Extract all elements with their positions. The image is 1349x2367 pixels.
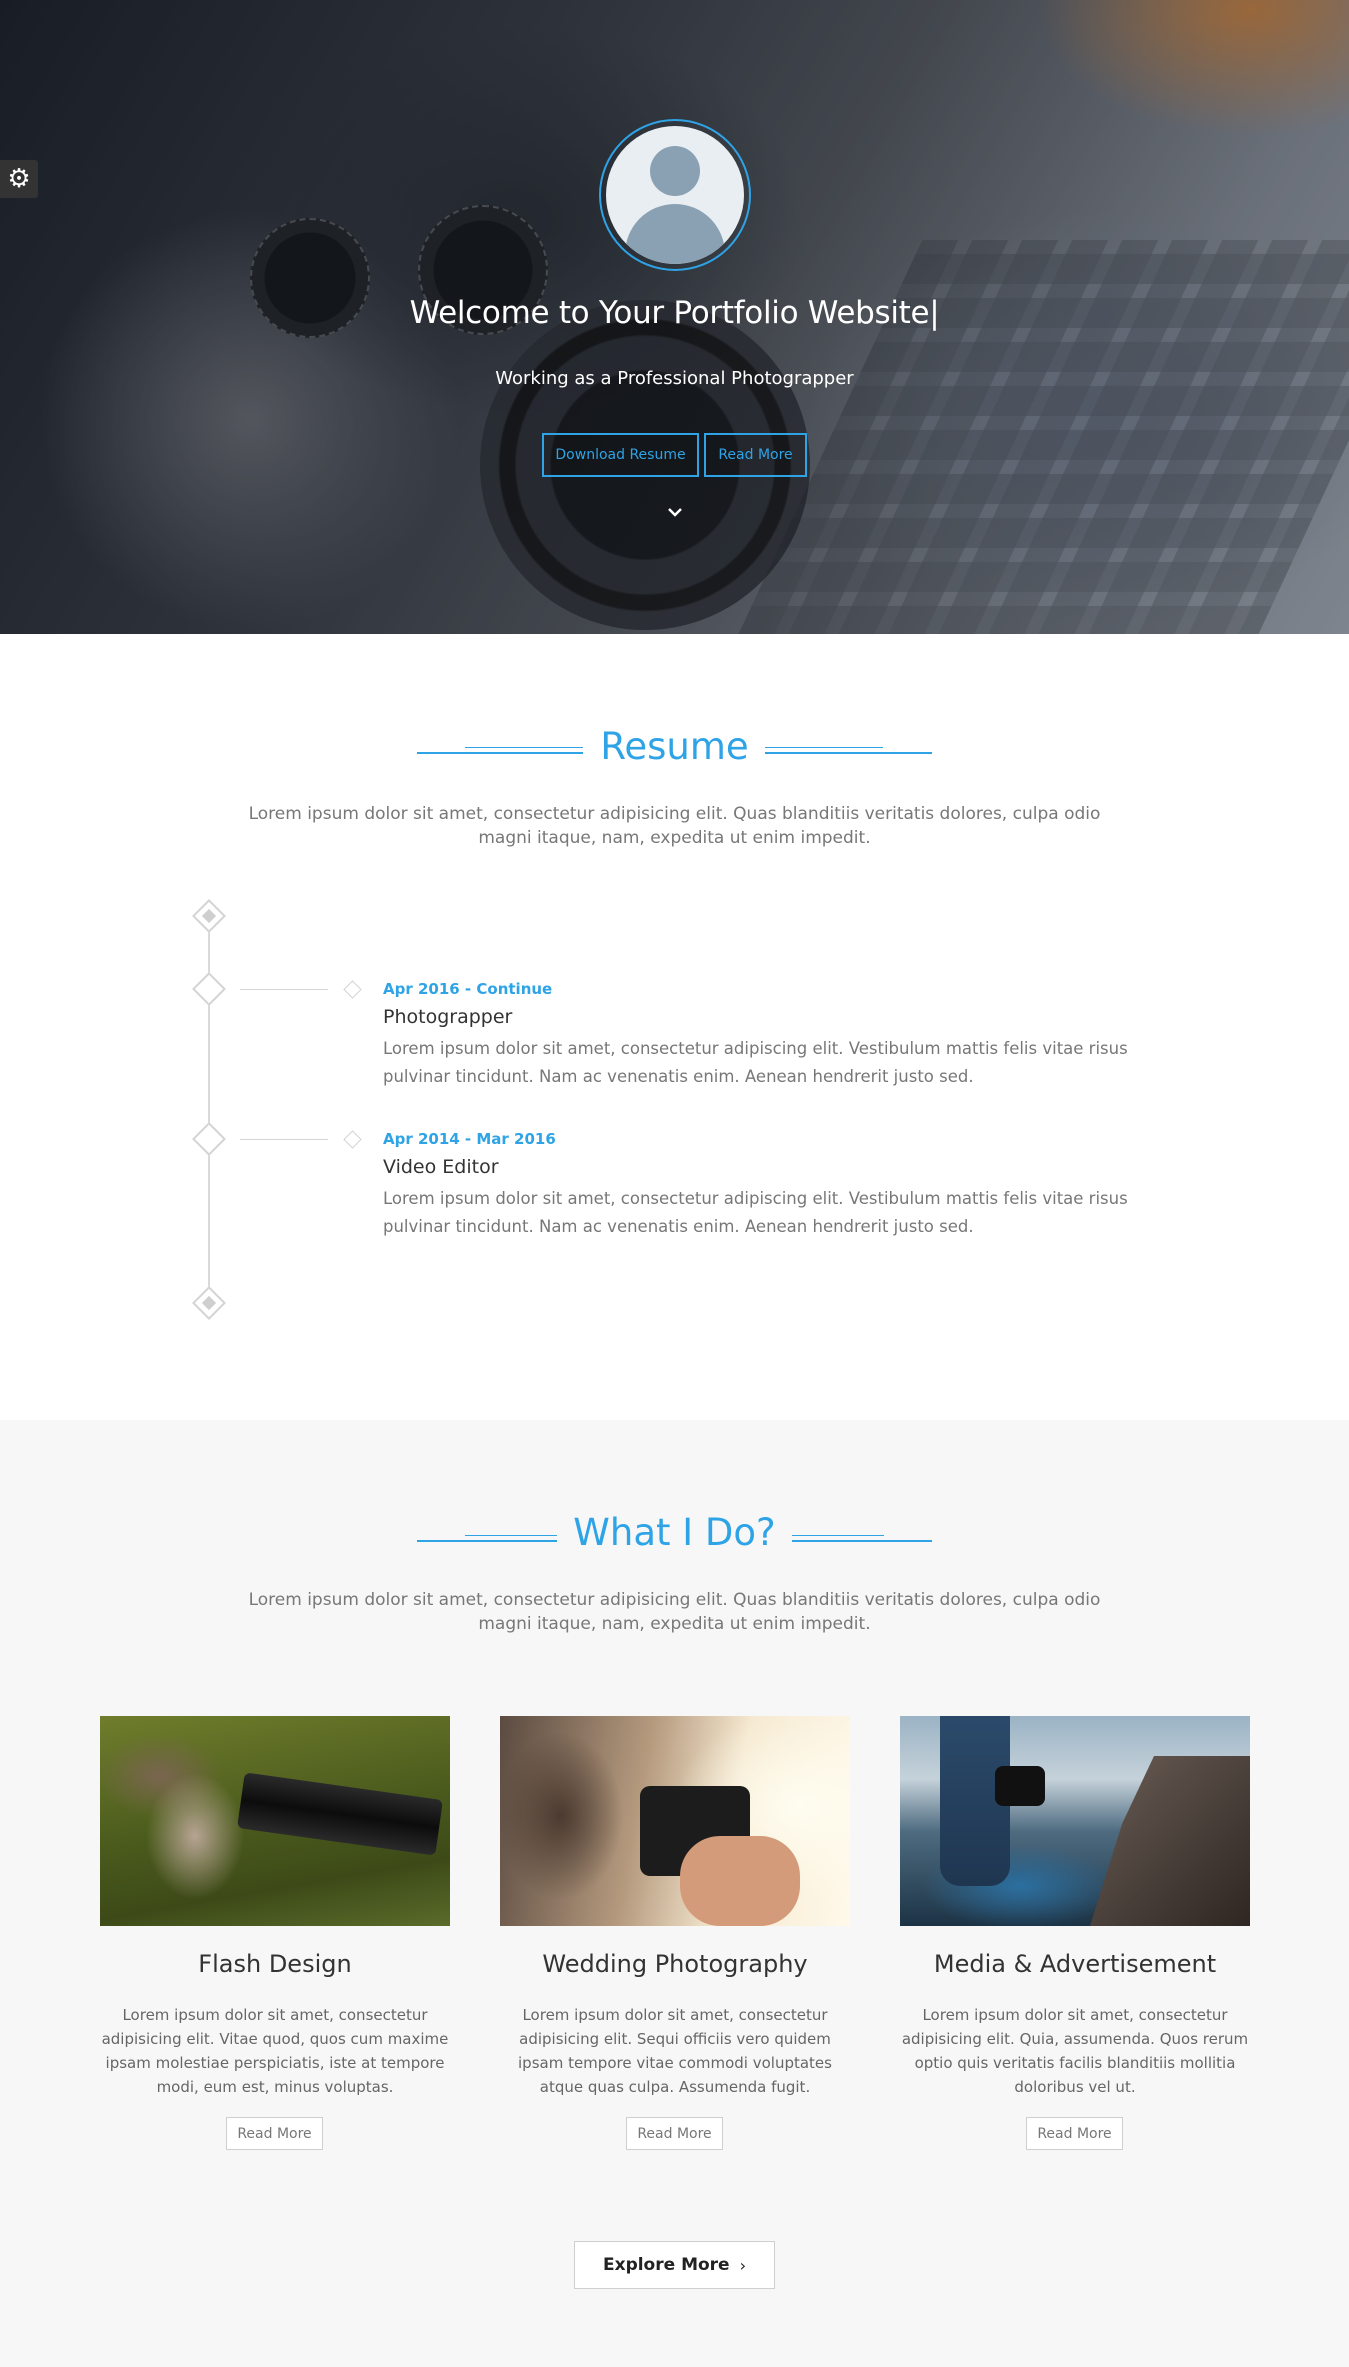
settings-toggle-button[interactable]: ⚙	[0, 160, 38, 198]
hero-section: ⚙ Welcome to Your Portfolio Website| Wor…	[0, 0, 1349, 634]
timeline-date: Apr 2014 - Mar 2016	[383, 1130, 556, 1148]
hero-subtitle: Working as a Professional Photograpper	[495, 368, 854, 389]
timeline-role: Video Editor	[383, 1156, 499, 1178]
timeline-dot	[343, 1130, 362, 1149]
timeline-description: Lorem ipsum dolor sit amet, consectetur …	[383, 1189, 1128, 1236]
chevron-right-icon: ›	[739, 2255, 746, 2275]
chevron-down-icon[interactable]	[664, 502, 686, 524]
card-image-photographer	[500, 1716, 850, 1926]
card-image-hiker-camera	[900, 1716, 1250, 1926]
timeline-connector	[240, 989, 328, 990]
timeline-dot	[343, 980, 362, 999]
card-title: Media & Advertisement	[933, 1950, 1217, 1978]
card-description: Lorem ipsum dolor sit amet, consectetur …	[518, 2006, 832, 2096]
timeline-role: Photograpper	[383, 1006, 513, 1028]
read-more-button[interactable]: Read More	[704, 433, 807, 477]
timeline-marker	[192, 1122, 226, 1156]
card-description: Lorem ipsum dolor sit amet, consectetur …	[901, 2006, 1249, 2096]
timeline-date: Apr 2016 - Continue	[383, 980, 553, 998]
card-title: Flash Design	[198, 1950, 352, 1978]
section-title: What I Do?	[573, 1511, 776, 1554]
section-description: Lorem ipsum dolor sit amet, consectetur …	[248, 1590, 1101, 1634]
card-read-more-button[interactable]: Read More	[226, 2117, 323, 2150]
card-read-more-button[interactable]: Read More	[1026, 2117, 1123, 2150]
resume-heading: Resume	[0, 725, 1349, 775]
download-resume-button[interactable]: Download Resume	[542, 433, 699, 477]
card-image-squirrel-camera	[100, 1716, 450, 1926]
card-read-more-button[interactable]: Read More	[626, 2117, 723, 2150]
timeline-start-marker	[192, 899, 226, 933]
timeline-connector	[240, 1139, 328, 1140]
hero-title: Welcome to Your Portfolio Website|	[409, 295, 940, 331]
avatar	[599, 119, 751, 271]
user-placeholder-icon	[606, 126, 744, 264]
gear-icon: ⚙	[7, 164, 31, 194]
what-i-do-heading: What I Do?	[0, 1511, 1349, 1561]
section-description: Lorem ipsum dolor sit amet, consectetur …	[248, 804, 1101, 848]
timeline-marker	[192, 972, 226, 1006]
section-title: Resume	[600, 725, 749, 768]
explore-more-button[interactable]: Explore More ›	[574, 2241, 775, 2289]
card-title: Wedding Photography	[542, 1950, 808, 1978]
explore-more-label: Explore More	[602, 2255, 730, 2275]
timeline-end-marker	[192, 1286, 226, 1320]
card-description: Lorem ipsum dolor sit amet, consectetur …	[101, 2006, 449, 2096]
timeline-description: Lorem ipsum dolor sit amet, consectetur …	[383, 1039, 1128, 1086]
